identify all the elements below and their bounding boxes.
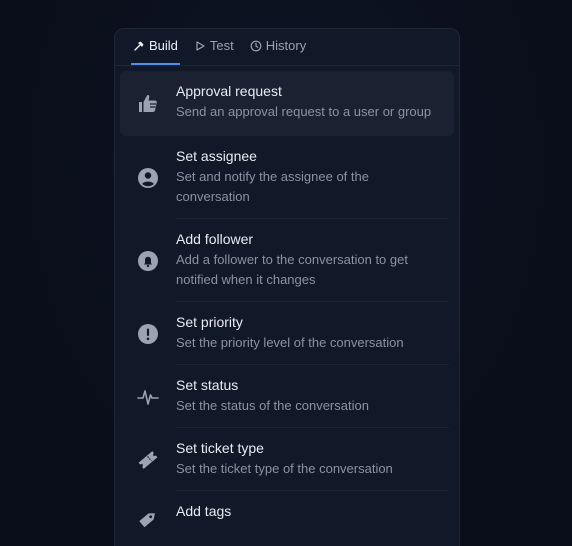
thumbs-up-icon (120, 91, 176, 115)
action-description: Set the priority level of the conversati… (176, 335, 404, 350)
ticket-icon (120, 448, 176, 472)
user-circle-icon (120, 167, 176, 189)
action-description: Send an approval request to a user or gr… (176, 104, 432, 119)
tab-build-label: Build (149, 38, 178, 53)
tab-history-label: History (265, 38, 307, 53)
action-set-priority[interactable]: Set priority Set the priority level of t… (120, 302, 454, 365)
action-add-tags[interactable]: Add tags (120, 491, 454, 543)
action-description: Set the ticket type of the conversation (176, 461, 393, 476)
pulse-icon (120, 386, 176, 408)
tab-history[interactable]: History (248, 29, 308, 65)
action-title: Add follower (176, 231, 254, 247)
action-title: Set status (176, 377, 239, 393)
action-list: Approval request Send an approval reques… (115, 66, 459, 543)
action-title: Approval request (176, 83, 282, 99)
action-approval-request[interactable]: Approval request Send an approval reques… (120, 71, 454, 136)
action-description: Set the status of the conversation (176, 398, 369, 413)
bell-icon (120, 250, 176, 272)
clock-icon (250, 40, 262, 52)
action-title: Set ticket type (176, 440, 264, 456)
action-set-status[interactable]: Set status Set the status of the convers… (120, 365, 454, 428)
action-title: Add tags (176, 503, 232, 519)
action-description: Set and notify the assignee of the conve… (176, 169, 369, 204)
tab-build[interactable]: Build (131, 29, 180, 65)
action-add-follower[interactable]: Add follower Add a follower to the conve… (120, 219, 454, 302)
actions-panel: Build Test History Approval request Send… (114, 28, 460, 546)
page: Build Test History Approval request Send… (0, 0, 572, 546)
hammer-icon (133, 40, 145, 52)
tab-bar: Build Test History (115, 29, 459, 66)
action-description: Add a follower to the conversation to ge… (176, 252, 408, 287)
action-set-ticket-type[interactable]: Set ticket type Set the ticket type of t… (120, 428, 454, 491)
play-icon (194, 40, 206, 52)
action-title: Set assignee (176, 148, 257, 164)
tag-icon (120, 503, 176, 531)
exclamation-circle-icon (120, 323, 176, 345)
action-title: Set priority (176, 314, 243, 330)
action-set-assignee[interactable]: Set assignee Set and notify the assignee… (120, 136, 454, 219)
tab-test[interactable]: Test (192, 29, 236, 65)
tab-test-label: Test (209, 38, 234, 53)
